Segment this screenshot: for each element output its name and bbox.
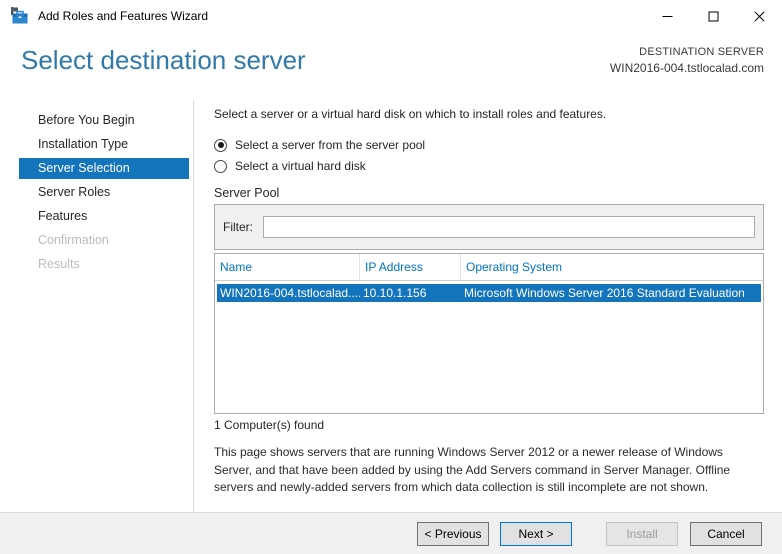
server-os-cell: Microsoft Windows Server 2016 Standard E… xyxy=(464,286,745,300)
radio-server-pool[interactable]: Select a server from the server pool xyxy=(214,138,764,152)
radio-selected-icon[interactable] xyxy=(214,138,227,152)
table-header-row: Name IP Address Operating System xyxy=(215,254,763,281)
sidebar-item-server-selection[interactable]: Server Selection xyxy=(19,158,189,179)
minimize-icon[interactable] xyxy=(644,0,690,32)
sidebar-item-installation-type[interactable]: Installation Type xyxy=(19,134,189,155)
wizard-step-sidebar: Before You Begin Installation Type Serve… xyxy=(0,100,194,512)
table-row[interactable]: WIN2016-004.tstlocalad.... 10.10.1.156 M… xyxy=(217,284,761,302)
filter-label: Filter: xyxy=(223,220,253,234)
destination-block: DESTINATION SERVER WIN2016-004.tstlocala… xyxy=(610,46,764,75)
previous-button[interactable]: < Previous xyxy=(417,522,489,546)
server-pool-table: Name IP Address Operating System WIN2016… xyxy=(214,253,764,414)
install-button: Install xyxy=(606,522,678,546)
sidebar-item-confirmation: Confirmation xyxy=(38,233,109,247)
computers-found-text: 1 Computer(s) found xyxy=(214,418,325,432)
column-header-name[interactable]: Name xyxy=(215,254,360,280)
next-button[interactable]: Next > xyxy=(500,522,572,546)
page-description: This page shows servers that are running… xyxy=(214,445,731,494)
radio-virtual-hard-disk[interactable]: Select a virtual hard disk xyxy=(214,159,764,173)
column-header-operating-system[interactable]: Operating System xyxy=(461,254,763,280)
maximize-icon[interactable] xyxy=(690,0,736,32)
server-name-cell: WIN2016-004.tstlocalad.... xyxy=(220,286,360,300)
sidebar-item-features[interactable]: Features xyxy=(19,206,189,227)
wizard-content: Select a server or a virtual hard disk o… xyxy=(214,100,764,497)
filter-input[interactable] xyxy=(263,216,755,238)
server-pool-heading: Server Pool xyxy=(214,186,280,200)
column-header-ip-address[interactable]: IP Address xyxy=(360,254,461,280)
window-controls xyxy=(644,0,782,32)
radio-virtual-hard-disk-label: Select a virtual hard disk xyxy=(235,159,366,173)
wizard-header: Select destination server DESTINATION SE… xyxy=(0,32,782,100)
wizard-footer: < Previous Next > Install Cancel xyxy=(0,512,782,554)
sidebar-item-before-you-begin[interactable]: Before You Begin xyxy=(19,110,189,131)
destination-label: DESTINATION SERVER xyxy=(639,46,764,58)
server-ip-cell: 10.10.1.156 xyxy=(363,286,427,300)
radio-unselected-icon[interactable] xyxy=(214,159,227,173)
instruction-text: Select a server or a virtual hard disk o… xyxy=(214,107,607,121)
sidebar-item-server-roles[interactable]: Server Roles xyxy=(19,182,189,203)
filter-group: Filter: xyxy=(214,204,764,250)
destination-server-name: WIN2016-004.tstlocalad.com xyxy=(609,61,764,75)
page-title: Select destination server xyxy=(21,45,306,75)
radio-server-pool-label: Select a server from the server pool xyxy=(235,138,426,152)
window-title: Add Roles and Features Wizard xyxy=(38,9,209,23)
title-bar: Add Roles and Features Wizard xyxy=(0,0,782,32)
cancel-button[interactable]: Cancel xyxy=(690,522,762,546)
close-icon[interactable] xyxy=(736,0,782,32)
wizard-toolbox-icon xyxy=(11,7,28,24)
sidebar-item-results: Results xyxy=(38,257,80,271)
